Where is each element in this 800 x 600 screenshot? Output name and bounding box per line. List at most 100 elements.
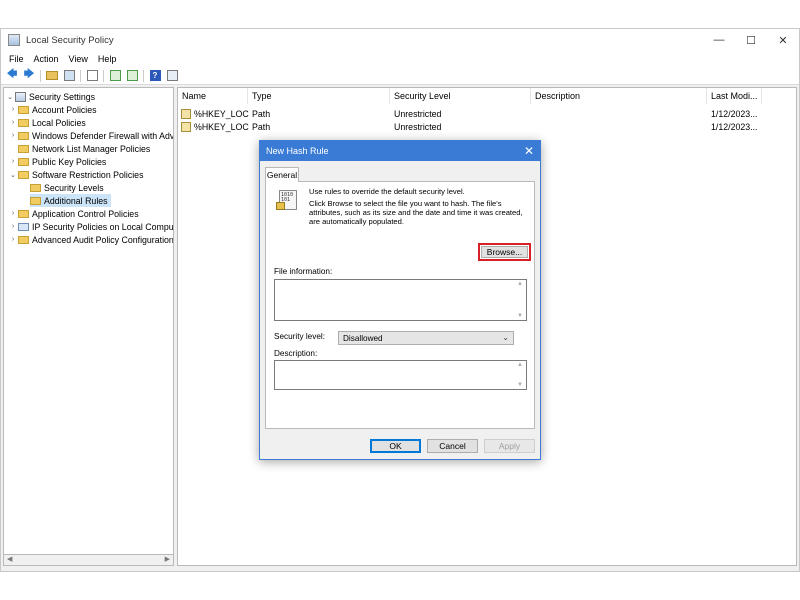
tree-item-label: Advanced Audit Policy Configuration [32, 234, 174, 245]
table-cell: Unrestricted [394, 121, 442, 132]
tree-item-windows-defender-firewall[interactable]: › Windows Defender Firewall with Adva [8, 129, 174, 142]
description-field[interactable]: ▲ ▼ [274, 360, 527, 390]
chevron-right-icon[interactable]: › [8, 236, 18, 243]
tree-item-label: Account Policies [32, 104, 97, 115]
table-cell: 1/12/2023... [711, 121, 758, 132]
title-bar: Local Security Policy — ☐ ✕ [1, 29, 799, 51]
tree-item-public-key-policies[interactable]: › Public Key Policies [8, 155, 107, 168]
help-icon[interactable]: ? [147, 69, 163, 83]
scroll-left-icon[interactable]: ◀ [7, 555, 12, 563]
chevron-right-icon[interactable]: › [8, 119, 18, 126]
table-row[interactable]: %HKEY_LOC... [181, 107, 249, 120]
window-title: Local Security Policy [26, 34, 114, 46]
scroll-right-icon[interactable]: ▶ [165, 555, 170, 563]
browse-button[interactable]: Browse... [481, 246, 528, 258]
dialog-close-icon[interactable]: ✕ [524, 144, 534, 158]
tree-item-label: Security Settings [29, 91, 96, 102]
minimize-button[interactable]: — [703, 29, 735, 51]
folder-icon [18, 222, 29, 231]
forward-icon[interactable]: 🡆 [21, 69, 37, 83]
tree-horizontal-scrollbar[interactable]: ◀ ▶ [3, 555, 174, 566]
tree-item-account-policies[interactable]: › Account Policies [8, 103, 97, 116]
tree-item-label: Local Policies [32, 117, 86, 128]
chevron-down-icon[interactable]: ⌄ [8, 171, 18, 179]
toolbar: 🡄 🡆 ? [1, 67, 799, 85]
chevron-down-icon: ⌄ [502, 333, 509, 342]
properties-icon[interactable] [84, 69, 100, 83]
tree-item-additional-rules[interactable]: Additional Rules [30, 194, 111, 207]
tree-item-ip-security-policies[interactable]: › IP Security Policies on Local Compute [8, 220, 174, 233]
description-label: Description: [274, 349, 318, 358]
column-header-description[interactable]: Description [531, 88, 707, 104]
folder-icon [18, 105, 29, 114]
tree-item-advanced-audit-policy[interactable]: › Advanced Audit Policy Configuration [8, 233, 174, 246]
folder-icon [30, 196, 41, 205]
tree-item-label: Network List Manager Policies [32, 143, 151, 154]
show-hide-tree-icon[interactable] [61, 69, 77, 83]
new-hash-rule-dialog: New Hash Rule ✕ General 1010 101 Use rule… [259, 140, 541, 460]
menu-bar: File Action View Help [1, 51, 799, 67]
tree-item-application-control-policies[interactable]: › Application Control Policies [8, 207, 139, 220]
tree-item-label: Public Key Policies [32, 156, 107, 167]
console-tree[interactable]: ⌄ Security Settings › Account Policies ›… [3, 87, 174, 555]
column-header-security-level[interactable]: Security Level [390, 88, 531, 104]
chevron-right-icon[interactable]: › [8, 223, 18, 230]
chevron-right-icon[interactable]: › [8, 158, 18, 165]
tree-item-label: Security Levels [44, 182, 104, 193]
apply-button[interactable]: Apply [484, 439, 535, 453]
general-tab-panel: 1010 101 Use rules to override the defaul… [265, 181, 535, 429]
security-settings-icon [15, 91, 26, 102]
ok-button[interactable]: OK [370, 439, 421, 453]
tree-item-security-settings[interactable]: ⌄ Security Settings [5, 90, 95, 103]
table-row[interactable]: %HKEY_LOC... [181, 120, 249, 133]
table-cell: Path [252, 108, 271, 119]
file-information-field[interactable]: ▲ ▼ [274, 279, 527, 321]
folder-icon [18, 131, 29, 140]
tree-item-label: Software Restriction Policies [32, 169, 144, 180]
menu-help[interactable]: Help [93, 54, 122, 64]
chevron-right-icon[interactable]: › [8, 210, 18, 217]
path-rule-icon [181, 108, 191, 119]
tab-general[interactable]: General [265, 167, 299, 182]
refresh-icon[interactable] [107, 69, 123, 83]
back-icon[interactable]: 🡄 [4, 69, 20, 83]
tree-item-local-policies[interactable]: › Local Policies [8, 116, 86, 129]
dialog-title-bar: New Hash Rule ✕ [260, 141, 540, 161]
chevron-right-icon[interactable]: › [8, 106, 18, 113]
folder-icon [18, 209, 29, 218]
chevron-right-icon[interactable]: › [8, 132, 18, 139]
column-header-last-modified[interactable]: Last Modi... [707, 88, 762, 104]
security-level-select[interactable]: Disallowed ⌄ [338, 331, 514, 345]
dialog-title: New Hash Rule [266, 146, 329, 156]
tree-item-label: Additional Rules [44, 195, 108, 206]
table-cell: 1/12/2023... [711, 108, 758, 119]
tree-item-network-list-manager[interactable]: Network List Manager Policies [8, 142, 150, 155]
intro-text: Use rules to override the default securi… [309, 187, 523, 226]
tree-item-label: IP Security Policies on Local Compute [32, 221, 174, 232]
tree-item-label: Application Control Policies [32, 208, 139, 219]
menu-file[interactable]: File [4, 54, 29, 64]
menu-view[interactable]: View [64, 54, 93, 64]
maximize-button[interactable]: ☐ [735, 29, 767, 51]
column-header-name[interactable]: ^ Name [178, 88, 248, 104]
chevron-down-icon[interactable]: ⌄ [5, 93, 15, 101]
close-button[interactable]: ✕ [767, 29, 799, 51]
cancel-button[interactable]: Cancel [427, 439, 478, 453]
up-folder-icon[interactable] [44, 69, 60, 83]
view-icon[interactable] [164, 69, 180, 83]
tree-item-label: Windows Defender Firewall with Adva [32, 130, 174, 141]
app-icon [8, 34, 20, 46]
column-header-type[interactable]: Type [248, 88, 390, 104]
folder-icon [18, 144, 29, 153]
export-list-icon[interactable] [124, 69, 140, 83]
file-information-label: File information: [274, 267, 333, 276]
lock-icon [276, 202, 285, 210]
path-rule-icon [181, 121, 191, 132]
tree-item-software-restriction-policies[interactable]: ⌄ Software Restriction Policies [8, 168, 143, 181]
security-level-label: Security level: [274, 332, 325, 341]
folder-icon [18, 118, 29, 127]
menu-action[interactable]: Action [29, 54, 64, 64]
sort-ascending-icon: ^ [212, 87, 216, 93]
table-cell: Unrestricted [394, 108, 442, 119]
tree-item-security-levels[interactable]: Security Levels [30, 181, 104, 194]
